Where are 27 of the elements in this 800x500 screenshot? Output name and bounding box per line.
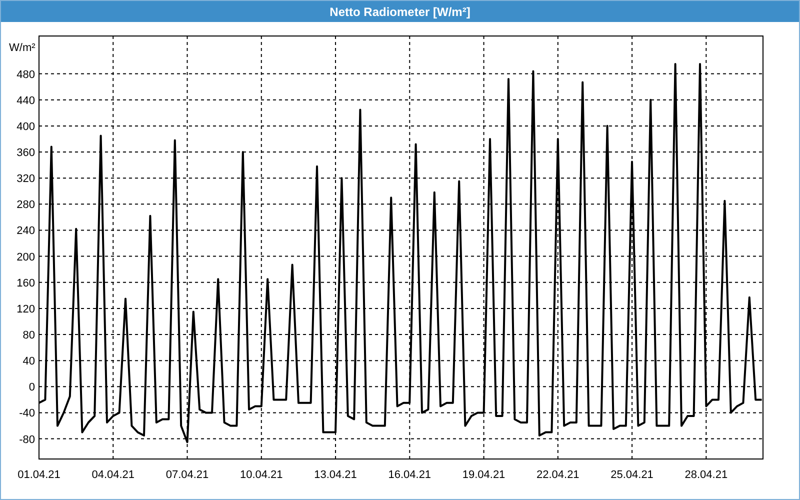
x-tick-label: 10.04.21	[240, 469, 283, 481]
y-tick-label: 320	[16, 173, 35, 186]
y-tick-label: 160	[16, 277, 35, 290]
x-tick-label: 19.04.21	[462, 469, 506, 481]
y-tick-label: 120	[16, 303, 35, 316]
y-tick-label: 360	[16, 147, 35, 160]
y-tick-label: -40	[19, 408, 35, 420]
x-tick-label: 22.04.21	[536, 469, 580, 481]
y-tick-label: 240	[16, 225, 35, 238]
window-title: Netto Radiometer [W/m²]	[330, 4, 470, 18]
y-tick-label: 200	[16, 251, 35, 264]
y-tick-label: 400	[16, 120, 35, 133]
y-tick-label: 480	[16, 68, 35, 81]
y-tick-label: 80	[22, 330, 35, 342]
y-tick-label: 40	[22, 356, 35, 368]
y-tick-label: 440	[16, 94, 35, 107]
x-tick-label: 04.04.21	[92, 469, 135, 481]
y-tick-label: -80	[19, 434, 35, 446]
x-tick-label: 25.04.21	[610, 469, 654, 481]
y-tick-label: 280	[16, 199, 35, 212]
x-tick-label: 07.04.21	[166, 469, 209, 481]
x-tick-label: 13.04.21	[314, 469, 357, 481]
x-tick-label: 01.04.21	[18, 469, 60, 481]
x-tick-label: 28.04.21	[684, 469, 728, 481]
y-axis-unit: W/m²	[9, 42, 36, 54]
y-tick-label: 0	[28, 382, 35, 394]
x-tick-label: 16.04.21	[388, 469, 432, 481]
